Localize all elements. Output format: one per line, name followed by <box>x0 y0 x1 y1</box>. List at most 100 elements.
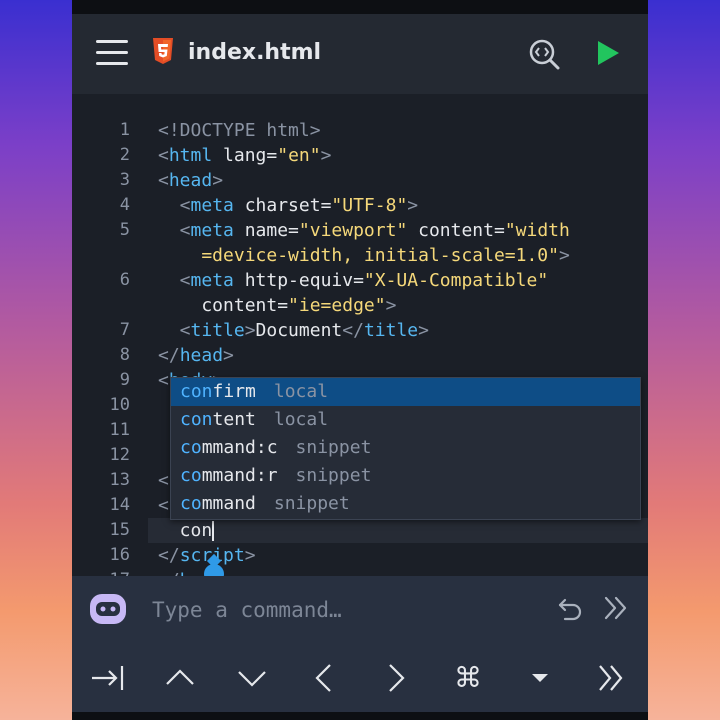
code-token: > <box>385 295 397 316</box>
line-number: 15 <box>109 520 130 540</box>
line-number: 5 <box>119 220 130 240</box>
code-text: content="ie=edge"> <box>158 293 396 318</box>
completion-type: snippet <box>273 493 350 514</box>
code-token: html <box>168 145 213 166</box>
arrow-left-key-icon[interactable] <box>306 660 342 696</box>
completion-type: local <box>273 381 329 402</box>
completion-type: snippet <box>295 437 372 458</box>
code-token: name= <box>233 220 299 241</box>
code-token: > <box>558 245 570 266</box>
arrow-down-key-icon[interactable] <box>234 660 270 696</box>
code-token: < <box>158 170 169 191</box>
code-token: http-equiv= <box>233 270 364 291</box>
completion-text: firm <box>212 381 256 402</box>
code-token: < <box>158 320 191 341</box>
code-token: "ie=edge" <box>288 295 386 316</box>
completion-text: mmand:c <box>201 437 278 458</box>
code-token: </ <box>158 345 180 366</box>
match-text: co <box>180 493 202 514</box>
code-token: head <box>179 345 224 366</box>
code-text: <meta charset="UTF-8"> <box>158 193 418 218</box>
phone-screen: index.html 1 <!DOCTYPE html> 2 <html lang="… <box>72 0 648 720</box>
menu-icon[interactable] <box>96 40 128 66</box>
code-token: > <box>320 145 332 166</box>
status-strip <box>72 0 648 14</box>
line-number: 8 <box>119 345 130 365</box>
nav-strip <box>72 712 648 720</box>
code-token: Document <box>255 320 343 341</box>
code-text: con <box>158 518 215 543</box>
html5-icon <box>153 38 173 64</box>
code-token: < <box>158 270 191 291</box>
completion-type: snippet <box>295 465 372 486</box>
code-token: meta <box>190 195 234 216</box>
code-token: head <box>168 170 213 191</box>
code-text: <title>Document</title> <box>158 318 429 343</box>
code-token: > <box>407 195 419 216</box>
code-token: > <box>212 170 224 191</box>
code-token: <!DOCTYPE html> <box>158 120 321 141</box>
code-text: <!DOCTYPE html> <box>158 118 321 143</box>
command-key-icon[interactable]: ⌘ <box>450 660 486 696</box>
line-number: 4 <box>119 195 130 215</box>
code-token: "viewport" <box>298 220 408 241</box>
text-cursor <box>212 521 215 541</box>
command-bar <box>72 576 648 642</box>
code-token: "width <box>504 220 570 241</box>
dropdown-key-icon[interactable] <box>522 660 558 696</box>
code-text: </script> <box>158 543 256 568</box>
assistant-bot-icon[interactable] <box>88 592 128 626</box>
line-number: 7 <box>119 320 130 340</box>
code-editor[interactable]: 1 <!DOCTYPE html> 2 <html lang="en"> 3 <head>… <box>72 94 648 576</box>
command-input[interactable] <box>150 594 534 626</box>
code-token: < <box>158 470 169 491</box>
code-token: > <box>244 320 256 341</box>
code-token: < <box>158 145 169 166</box>
run-icon[interactable] <box>596 40 620 66</box>
completion-text: mmand <box>201 493 256 514</box>
arrow-up-key-icon[interactable] <box>162 660 198 696</box>
autocomplete-popup[interactable]: confirm local content local command:c snippet… <box>170 377 641 520</box>
app-header: index.html <box>72 14 648 94</box>
autocomplete-item[interactable]: command:c snippet <box>171 434 640 462</box>
code-token: "en" <box>277 145 321 166</box>
search-code-icon[interactable] <box>528 38 560 70</box>
code-token: title <box>363 320 419 341</box>
line-number: 1 <box>119 120 130 140</box>
code-token: < <box>158 220 191 241</box>
line-number: 10 <box>109 395 130 415</box>
match-text: co <box>180 465 202 486</box>
code-text: </head> <box>158 343 234 368</box>
code-token: con <box>158 520 213 541</box>
more-key-icon[interactable] <box>594 660 630 696</box>
line-number: 9 <box>119 370 130 390</box>
completion-text: mmand:r <box>201 465 278 486</box>
line-number: 2 <box>119 145 130 165</box>
autocomplete-item[interactable]: confirm local <box>171 378 640 406</box>
line-number: 16 <box>109 545 130 565</box>
autocomplete-item[interactable]: command:r snippet <box>171 462 640 490</box>
line-number: 11 <box>109 420 130 440</box>
code-token: content= <box>158 295 289 316</box>
code-token: < <box>158 495 169 516</box>
autocomplete-item[interactable]: command snippet <box>171 490 640 518</box>
line-number: 3 <box>119 170 130 190</box>
match-text: con <box>180 409 213 430</box>
file-title[interactable]: index.html <box>188 38 321 68</box>
code-token: =device-width, initial-scale=1.0" <box>158 245 559 266</box>
line-number: 12 <box>109 445 130 465</box>
arrow-right-key-icon[interactable] <box>378 660 414 696</box>
current-line-highlight <box>148 518 648 543</box>
undo-icon[interactable] <box>556 594 584 622</box>
tab-key-icon[interactable] <box>90 660 126 696</box>
code-text: =device-width, initial-scale=1.0"> <box>158 243 570 268</box>
code-token: lang= <box>212 145 278 166</box>
extra-keys-bar: ⌘ <box>72 642 648 712</box>
autocomplete-item[interactable]: content local <box>171 406 640 434</box>
code-token: </ <box>158 545 180 566</box>
code-token: content= <box>407 220 505 241</box>
fast-forward-icon[interactable] <box>602 594 630 622</box>
code-token: < <box>158 195 191 216</box>
code-token: "UTF-8" <box>331 195 408 216</box>
match-text: co <box>180 437 202 458</box>
